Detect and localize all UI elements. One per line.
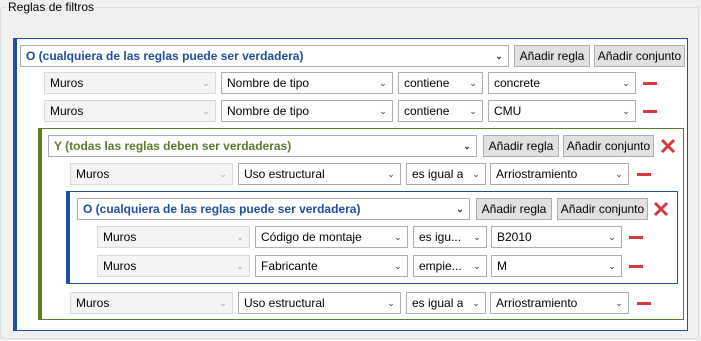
rule-value-label: Arriostramiento xyxy=(496,167,578,181)
chevron-down-icon: ⌄ xyxy=(463,141,471,151)
chevron-down-icon: ⌄ xyxy=(394,232,402,242)
chevron-down-icon: ⌄ xyxy=(236,232,244,242)
chevron-down-icon: ⌄ xyxy=(472,169,480,179)
rule-parameter-label: Uso estructural xyxy=(244,167,325,181)
chevron-down-icon: ⌄ xyxy=(219,298,227,308)
rule-category-select[interactable]: Muros ⌄ xyxy=(70,163,233,185)
chevron-down-icon: ⌄ xyxy=(622,106,630,116)
add-rule-button[interactable]: Añadir regla xyxy=(483,135,559,157)
rule-condition-select[interactable]: contiene ⌄ xyxy=(398,72,483,94)
rule-condition-label: es igual a xyxy=(412,167,464,181)
rule-value-label: M xyxy=(497,259,507,273)
close-x-icon[interactable] xyxy=(660,138,676,154)
chevron-down-icon: ⌄ xyxy=(615,169,623,179)
rule-parameter-label: Nombre de tipo xyxy=(227,104,310,118)
rule-parameter-label: Uso estructural xyxy=(244,296,325,310)
rule-value-select[interactable]: Arriostramiento ⌄ xyxy=(490,292,629,314)
add-set-button[interactable]: Añadir conjunto xyxy=(557,198,648,220)
groupbox-title: Reglas de filtros xyxy=(6,0,97,14)
rule-category-label: Muros xyxy=(50,104,84,118)
chevron-down-icon: ⌄ xyxy=(379,78,387,88)
rule-parameter-label: Nombre de tipo xyxy=(227,76,310,90)
rule-category-label: Muros xyxy=(76,167,110,181)
chevron-down-icon: ⌄ xyxy=(202,106,210,116)
rule-condition-label: empie... xyxy=(419,259,462,273)
chevron-down-icon: ⌄ xyxy=(608,261,616,271)
chevron-down-icon: ⌄ xyxy=(473,261,481,271)
rule-parameter-select[interactable]: Nombre de tipo ⌄ xyxy=(221,100,393,122)
rule-condition-label: contiene xyxy=(404,104,450,118)
chevron-down-icon: ⌄ xyxy=(387,298,395,308)
minus-icon[interactable] xyxy=(629,265,643,268)
rule-category-select[interactable]: Muros ⌄ xyxy=(44,100,216,122)
add-set-button[interactable]: Añadir conjunto xyxy=(563,135,654,157)
rule-value-input[interactable]: concrete ⌄ xyxy=(488,72,636,94)
chevron-down-icon: ⌄ xyxy=(456,204,464,214)
or-group-operator-label: O (cualquiera de las reglas puede ser ve… xyxy=(26,49,304,63)
rule-category-select[interactable]: Muros ⌄ xyxy=(44,72,216,94)
rule-condition-select[interactable]: es igual a ⌄ xyxy=(406,292,486,314)
chevron-down-icon: ⌄ xyxy=(472,298,480,308)
chevron-down-icon: ⌄ xyxy=(219,169,227,179)
minus-icon[interactable] xyxy=(643,82,657,85)
rule-value-select[interactable]: Arriostramiento ⌄ xyxy=(490,163,629,185)
chevron-down-icon: ⌄ xyxy=(469,106,477,116)
or-group-operator-select[interactable]: O (cualquiera de las reglas puede ser ve… xyxy=(20,45,509,67)
chevron-down-icon: ⌄ xyxy=(202,78,210,88)
nested-or-group-operator-select[interactable]: O (cualquiera de las reglas puede ser ve… xyxy=(77,198,470,220)
rule-category-label: Muros xyxy=(50,76,84,90)
rule-parameter-select[interactable]: Nombre de tipo ⌄ xyxy=(221,72,393,94)
rule-condition-select[interactable]: es igu... ⌄ xyxy=(413,226,487,248)
chevron-down-icon: ⌄ xyxy=(236,261,244,271)
rule-category-label: Muros xyxy=(103,259,137,273)
rule-parameter-select[interactable]: Código de montaje ⌄ xyxy=(255,226,408,248)
minus-icon[interactable] xyxy=(629,236,643,239)
rule-condition-label: es igu... xyxy=(419,230,462,244)
chevron-down-icon: ⌄ xyxy=(387,169,395,179)
chevron-down-icon: ⌄ xyxy=(615,298,623,308)
rule-condition-select[interactable]: es igual a ⌄ xyxy=(406,163,486,185)
rule-parameter-select[interactable]: Uso estructural ⌄ xyxy=(238,163,401,185)
chevron-down-icon: ⌄ xyxy=(473,232,481,242)
add-rule-button[interactable]: Añadir regla xyxy=(476,198,552,220)
rule-value-label: CMU xyxy=(494,104,522,118)
and-group-operator-label: Y (todas las reglas deben ser verdaderas… xyxy=(54,139,292,153)
add-set-button[interactable]: Añadir conjunto xyxy=(594,45,685,67)
rule-condition-select[interactable]: empie... ⌄ xyxy=(413,255,487,277)
nested-or-group-operator-label: O (cualquiera de las reglas puede ser ve… xyxy=(83,202,361,216)
rule-value-input[interactable]: B2010 ⌄ xyxy=(491,226,622,248)
rule-value-label: Arriostramiento xyxy=(496,296,578,310)
chevron-down-icon: ⌄ xyxy=(469,78,477,88)
rule-value-input[interactable]: CMU ⌄ xyxy=(488,100,636,122)
rule-condition-select[interactable]: contiene ⌄ xyxy=(398,100,483,122)
rule-value-label: concrete xyxy=(494,76,541,90)
chevron-down-icon: ⌄ xyxy=(495,51,503,61)
chevron-down-icon: ⌄ xyxy=(394,261,402,271)
add-rule-button[interactable]: Añadir regla xyxy=(514,45,590,67)
chevron-down-icon: ⌄ xyxy=(379,106,387,116)
minus-icon[interactable] xyxy=(637,173,651,176)
rule-category-label: Muros xyxy=(103,230,137,244)
rule-category-select[interactable]: Muros ⌄ xyxy=(70,292,233,314)
rule-parameter-label: Fabricante xyxy=(261,259,318,273)
and-group-operator-select[interactable]: Y (todas las reglas deben ser verdaderas… xyxy=(48,135,477,157)
minus-icon[interactable] xyxy=(643,110,657,113)
rule-condition-label: contiene xyxy=(404,76,450,90)
rule-category-select[interactable]: Muros ⌄ xyxy=(97,255,250,277)
chevron-down-icon: ⌄ xyxy=(622,78,630,88)
close-x-icon[interactable] xyxy=(653,201,669,217)
chevron-down-icon: ⌄ xyxy=(608,232,616,242)
rule-category-select[interactable]: Muros ⌄ xyxy=(97,226,250,248)
rule-category-label: Muros xyxy=(76,296,110,310)
minus-icon[interactable] xyxy=(637,302,651,305)
rule-condition-label: es igual a xyxy=(412,296,464,310)
rule-value-input[interactable]: M ⌄ xyxy=(491,255,622,277)
rule-parameter-select[interactable]: Uso estructural ⌄ xyxy=(238,292,401,314)
rule-parameter-label: Código de montaje xyxy=(261,230,362,244)
rule-parameter-select[interactable]: Fabricante ⌄ xyxy=(255,255,408,277)
rule-value-label: B2010 xyxy=(497,230,532,244)
